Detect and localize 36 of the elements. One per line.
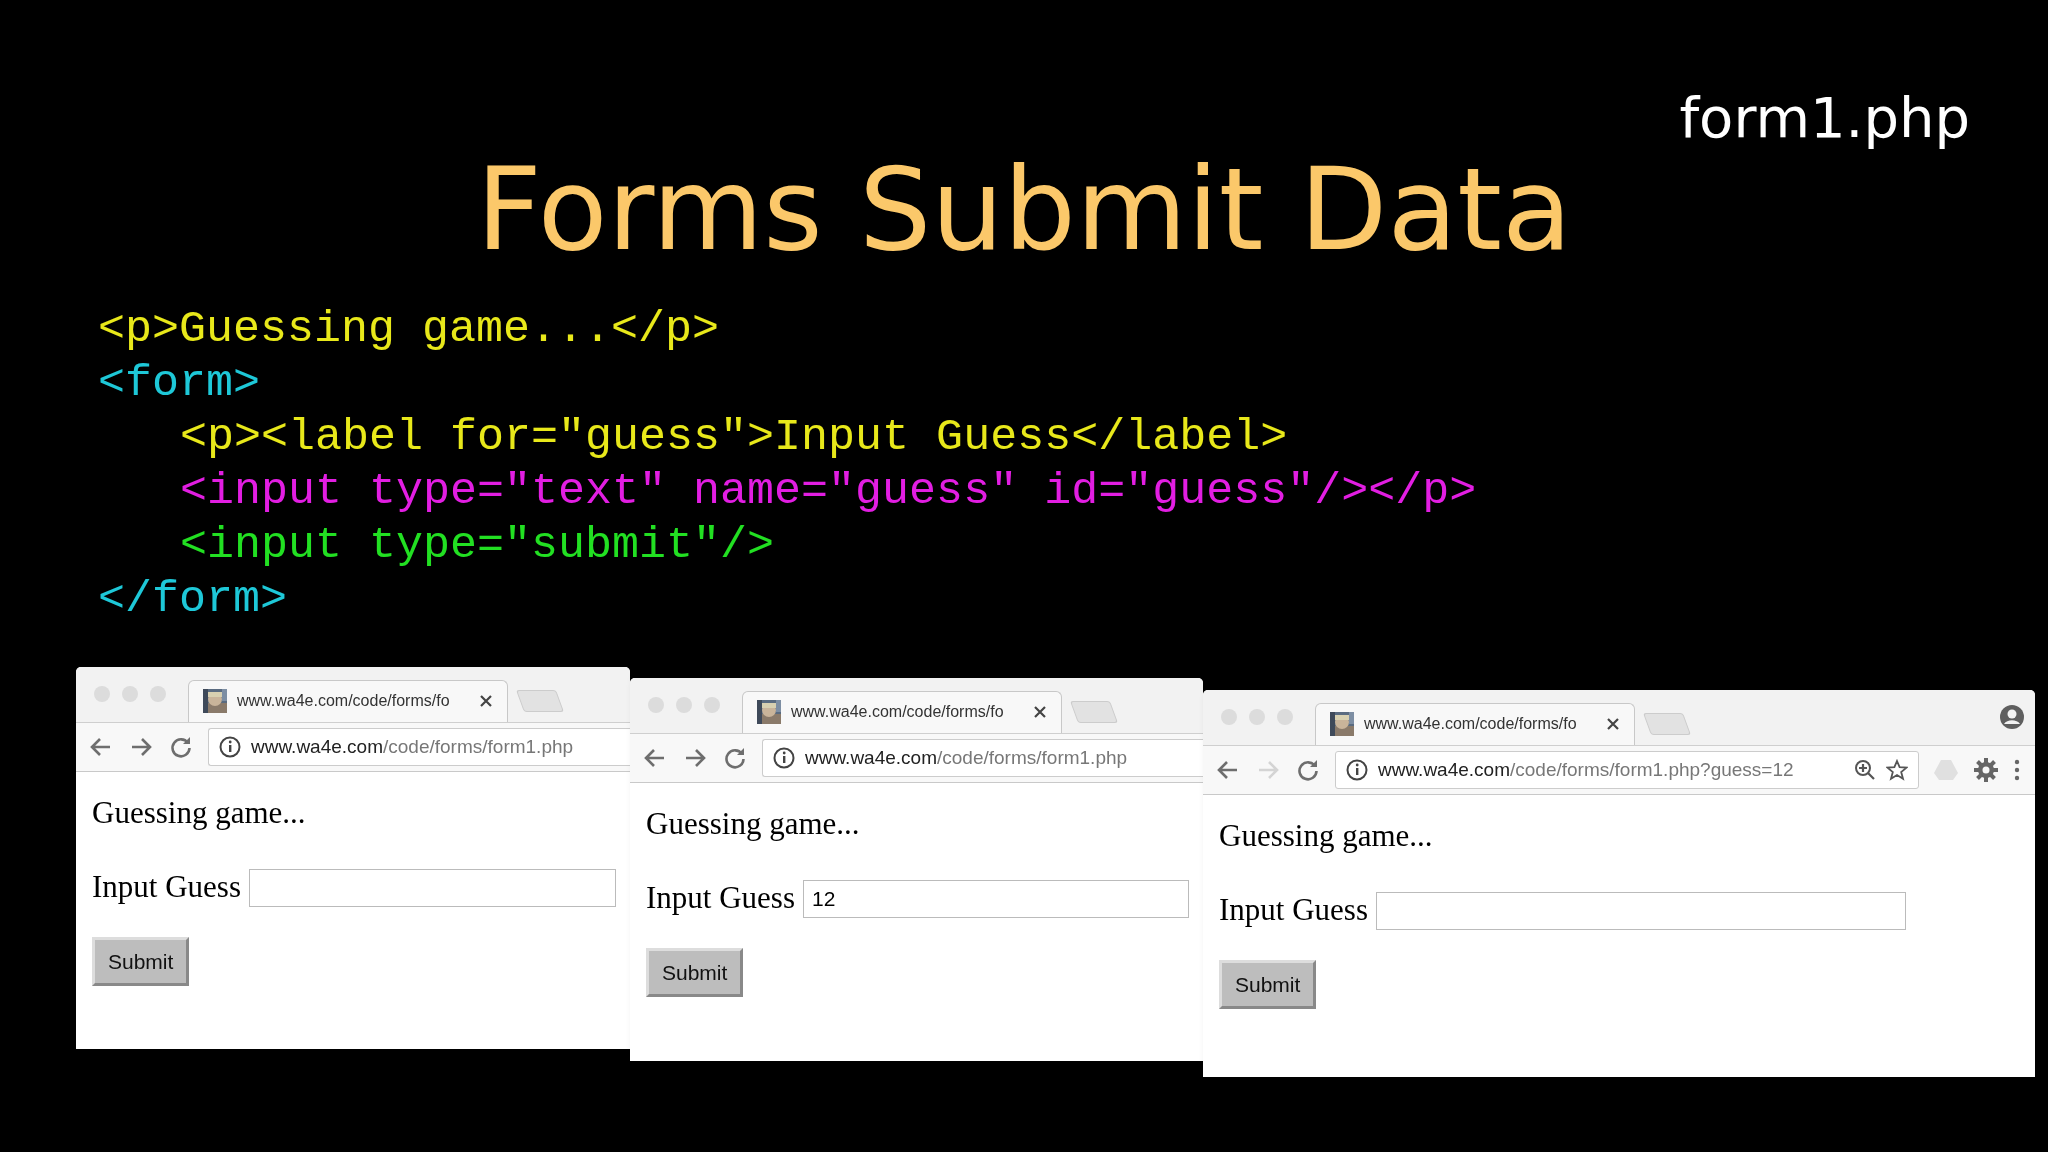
address-bar[interactable]: www.wa4e.com/code/forms/form1.php — [762, 738, 1203, 777]
browser-tab[interactable]: www.wa4e.com/code/forms/fo — [1315, 702, 1635, 745]
info-icon[interactable] — [773, 746, 795, 769]
info-icon[interactable] — [219, 735, 241, 758]
profile-icon[interactable] — [1999, 704, 2025, 731]
page-heading: Guessing game... — [1219, 816, 1433, 855]
close-icon[interactable] — [1606, 717, 1620, 732]
code-line: </form> — [98, 572, 288, 627]
field-label: Input Guess — [92, 868, 241, 907]
input-field[interactable] — [248, 868, 616, 907]
input-field[interactable]: 12 — [802, 879, 1189, 918]
submit-button[interactable]: Submit — [1219, 959, 1317, 1010]
browser-tab[interactable]: www.wa4e.com/code/forms/fo — [188, 679, 508, 722]
field-label: Input Guess — [646, 879, 795, 918]
code-line: <input type="submit"/> — [180, 518, 775, 573]
code-line: <form> — [98, 356, 261, 411]
settings-icon[interactable] — [1973, 756, 1999, 783]
page-heading: Guessing game... — [646, 804, 860, 843]
code-line: <input type="text" name="guess" id="guess"/></p> — [180, 464, 1477, 519]
more-options-icon[interactable] — [2013, 757, 2021, 782]
slide-title: Forms Submit Data — [476, 142, 1572, 278]
star-icon[interactable] — [1886, 758, 1908, 781]
close-icon[interactable] — [1033, 705, 1047, 720]
page-heading: Guessing game... — [92, 793, 306, 832]
submit-button[interactable]: Submit — [646, 947, 744, 998]
input-field[interactable] — [1375, 891, 1906, 930]
code-line: <p>Guessing game...</p> — [98, 302, 720, 357]
submit-button[interactable]: Submit — [92, 936, 190, 987]
zoom-icon[interactable] — [1854, 758, 1876, 781]
browser-tab[interactable]: www.wa4e.com/code/forms/fo — [742, 690, 1062, 733]
close-icon[interactable] — [479, 694, 493, 709]
address-bar[interactable]: www.wa4e.com/code/forms/form1.php?guess=12 — [1335, 750, 1919, 789]
info-icon[interactable] — [1346, 758, 1368, 781]
field-label: Input Guess — [1219, 891, 1368, 930]
code-line: <p><label for="guess">Input Guess</label> — [180, 410, 1288, 465]
address-bar[interactable]: www.wa4e.com/code/forms/form1.php — [208, 727, 630, 766]
